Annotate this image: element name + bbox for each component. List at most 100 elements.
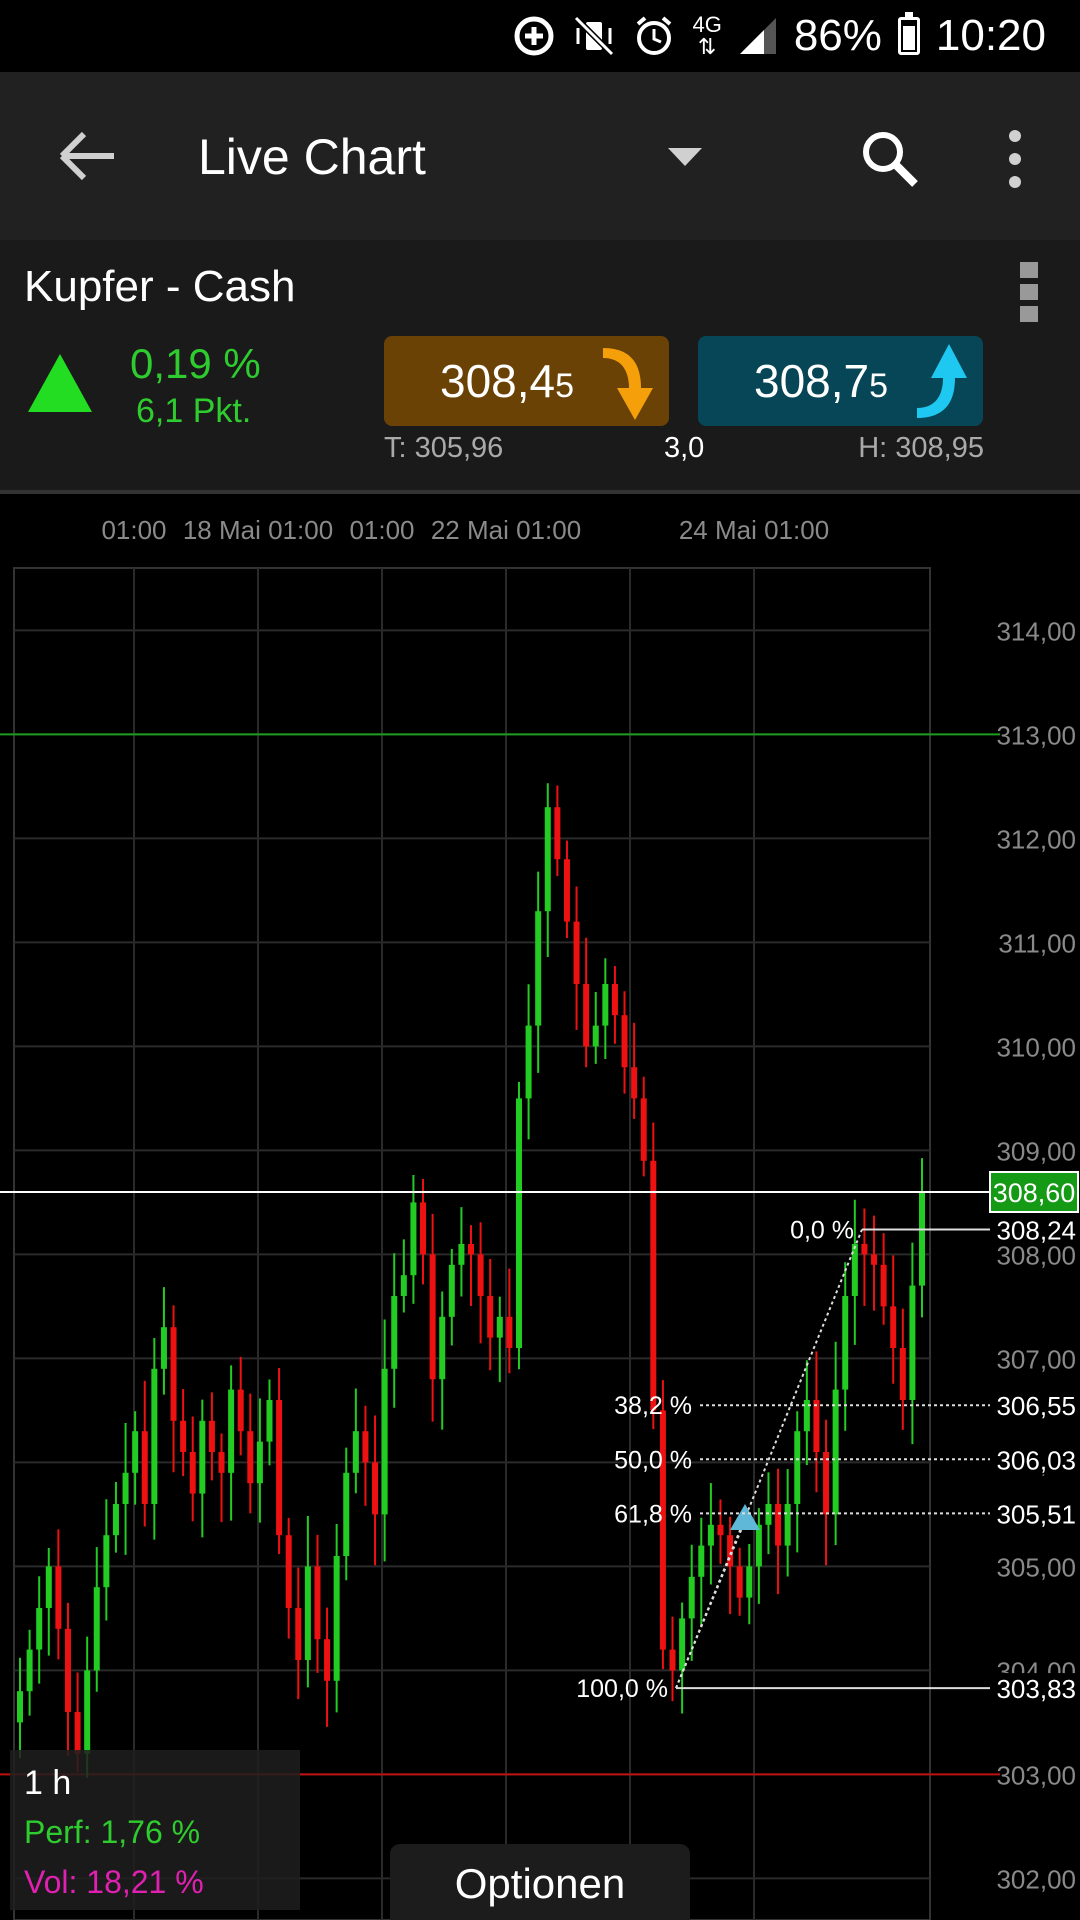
day-low: T: 305,96 (384, 432, 504, 464)
candle-body-down (611, 984, 618, 1016)
fib-level-pct: 50,0 % (614, 1446, 692, 1474)
candle-body-down (324, 1639, 331, 1681)
candle-body-down (189, 1452, 196, 1494)
candle-body-up (410, 1202, 417, 1276)
instrument-name: Kupfer - Cash (24, 262, 296, 311)
candle-body-down (727, 1535, 734, 1567)
candle-body-down (880, 1264, 887, 1307)
ask-price-small: 5 (869, 367, 889, 405)
candle-body-up (842, 1296, 849, 1390)
candle-body-down (583, 984, 590, 1047)
day-high: H: 308,95 (858, 432, 984, 464)
candle-body-up (304, 1566, 311, 1660)
candle-body-up (84, 1670, 91, 1754)
candle-body-up (256, 1441, 263, 1484)
candle-body-down (477, 1254, 484, 1296)
fib-level-value: 306,55 (996, 1391, 1076, 1421)
options-button[interactable]: Optionen (390, 1844, 690, 1920)
fib-level-pct: 0,0 % (790, 1216, 854, 1244)
fib-level-pct: 100,0 % (576, 1675, 668, 1703)
candle-body-up (458, 1244, 465, 1265)
trend-up-icon (28, 354, 92, 412)
app-bar: Live Chart (0, 72, 1080, 240)
candle-body-up (679, 1618, 686, 1671)
interval-label[interactable]: 1 h (24, 1764, 71, 1803)
candle-body-up (909, 1285, 916, 1400)
candle-body-down (736, 1566, 743, 1598)
x-tick-label: 01:00 (101, 515, 166, 545)
candle-body-down (861, 1244, 868, 1255)
bid-price: 308,45 (440, 354, 574, 408)
fib-level-pct: 38,2 % (614, 1392, 692, 1420)
curved-down-arrow-icon (603, 348, 653, 420)
candle-body-up (602, 984, 609, 1026)
candle-body-down (640, 1098, 647, 1161)
candle-body-up (765, 1504, 772, 1525)
alarm-icon (637, 16, 672, 55)
candle-body-down (487, 1296, 494, 1338)
candle-body-up (535, 911, 542, 1026)
battery-icon (897, 12, 920, 55)
candle-body-down (64, 1628, 71, 1712)
more-vert-icon[interactable] (990, 124, 1040, 194)
candle-body-down (170, 1327, 177, 1421)
candle-body-up (36, 1608, 43, 1650)
change-points: 6,1 Pkt. (136, 392, 252, 430)
candle-body-down (237, 1389, 244, 1432)
candle-body-down (208, 1420, 215, 1452)
candle-body-up (832, 1389, 839, 1515)
candle-body-up (784, 1504, 791, 1546)
chart-info-box: 1 h Perf: 1,76 % Vol: 18,21 % (10, 1750, 300, 1910)
candle-body-up (160, 1327, 167, 1369)
candle-body-down (650, 1160, 657, 1411)
sell-bid-button[interactable]: 308,45 (384, 336, 669, 426)
candle-body-down (468, 1244, 474, 1255)
search-icon[interactable] (855, 124, 925, 194)
candle-body-up (381, 1368, 388, 1515)
network-label: 4G (692, 12, 722, 37)
status-bar: 4G ⇅ 86% 10:20 (0, 0, 1080, 72)
candle-body-down (717, 1524, 724, 1536)
candle-body-up (698, 1545, 705, 1577)
bid-price-small: 5 (555, 367, 575, 405)
candle-body-up (228, 1389, 235, 1473)
buy-ask-button[interactable]: 308,75 (698, 336, 983, 426)
candle-body-up (746, 1566, 753, 1598)
candle-body-up (688, 1576, 695, 1619)
ask-price-main: 308,7 (754, 355, 870, 407)
ask-price: 308,75 (754, 354, 888, 408)
back-arrow-icon[interactable] (48, 116, 128, 196)
candle-body-down (314, 1566, 321, 1640)
candle-body-up (333, 1556, 340, 1681)
candle-body-down (631, 1067, 638, 1099)
y-tick-label: 309,00 (996, 1136, 1076, 1166)
candle-body-up (448, 1264, 455, 1317)
candle-body-down (621, 1015, 628, 1068)
candle-body-up (122, 1472, 129, 1504)
page-title[interactable]: Live Chart (198, 128, 426, 186)
y-tick-label: 302,00 (996, 1864, 1076, 1894)
y-tick-label: 305,00 (996, 1552, 1076, 1582)
candle-body-up (400, 1275, 407, 1296)
price-chart[interactable]: 314,00 313,00 312,00 311,00 310,00 309,00 308,… (0, 494, 1080, 1920)
candle-body-up (199, 1420, 206, 1494)
candle-body-up (26, 1649, 33, 1692)
y-tick-label: 303,00 (996, 1760, 1076, 1790)
instrument-menu-icon[interactable] (1020, 262, 1044, 326)
candle-body-up (794, 1431, 801, 1504)
candle-body-up (496, 1316, 503, 1338)
network-4g-icon: 4G ⇅ (692, 12, 722, 59)
x-tick-label: 22 Mai 01:00 (431, 515, 581, 545)
candle-body-up (17, 1691, 23, 1723)
candle-body-down (276, 1400, 283, 1536)
candle-body-down (141, 1431, 148, 1504)
candle-body-down (871, 1254, 878, 1265)
candle-body-down (429, 1254, 436, 1380)
volatility-label: Vol: 18,21 % (24, 1864, 204, 1900)
candle-body-up (439, 1316, 446, 1380)
fib-level-value: 305,51 (996, 1499, 1076, 1529)
clock: 10:20 (935, 11, 1046, 60)
dropdown-caret-icon[interactable] (660, 132, 710, 182)
candle-body-down (74, 1712, 81, 1754)
x-tick-label: 18 Mai 01:00 (183, 515, 333, 545)
